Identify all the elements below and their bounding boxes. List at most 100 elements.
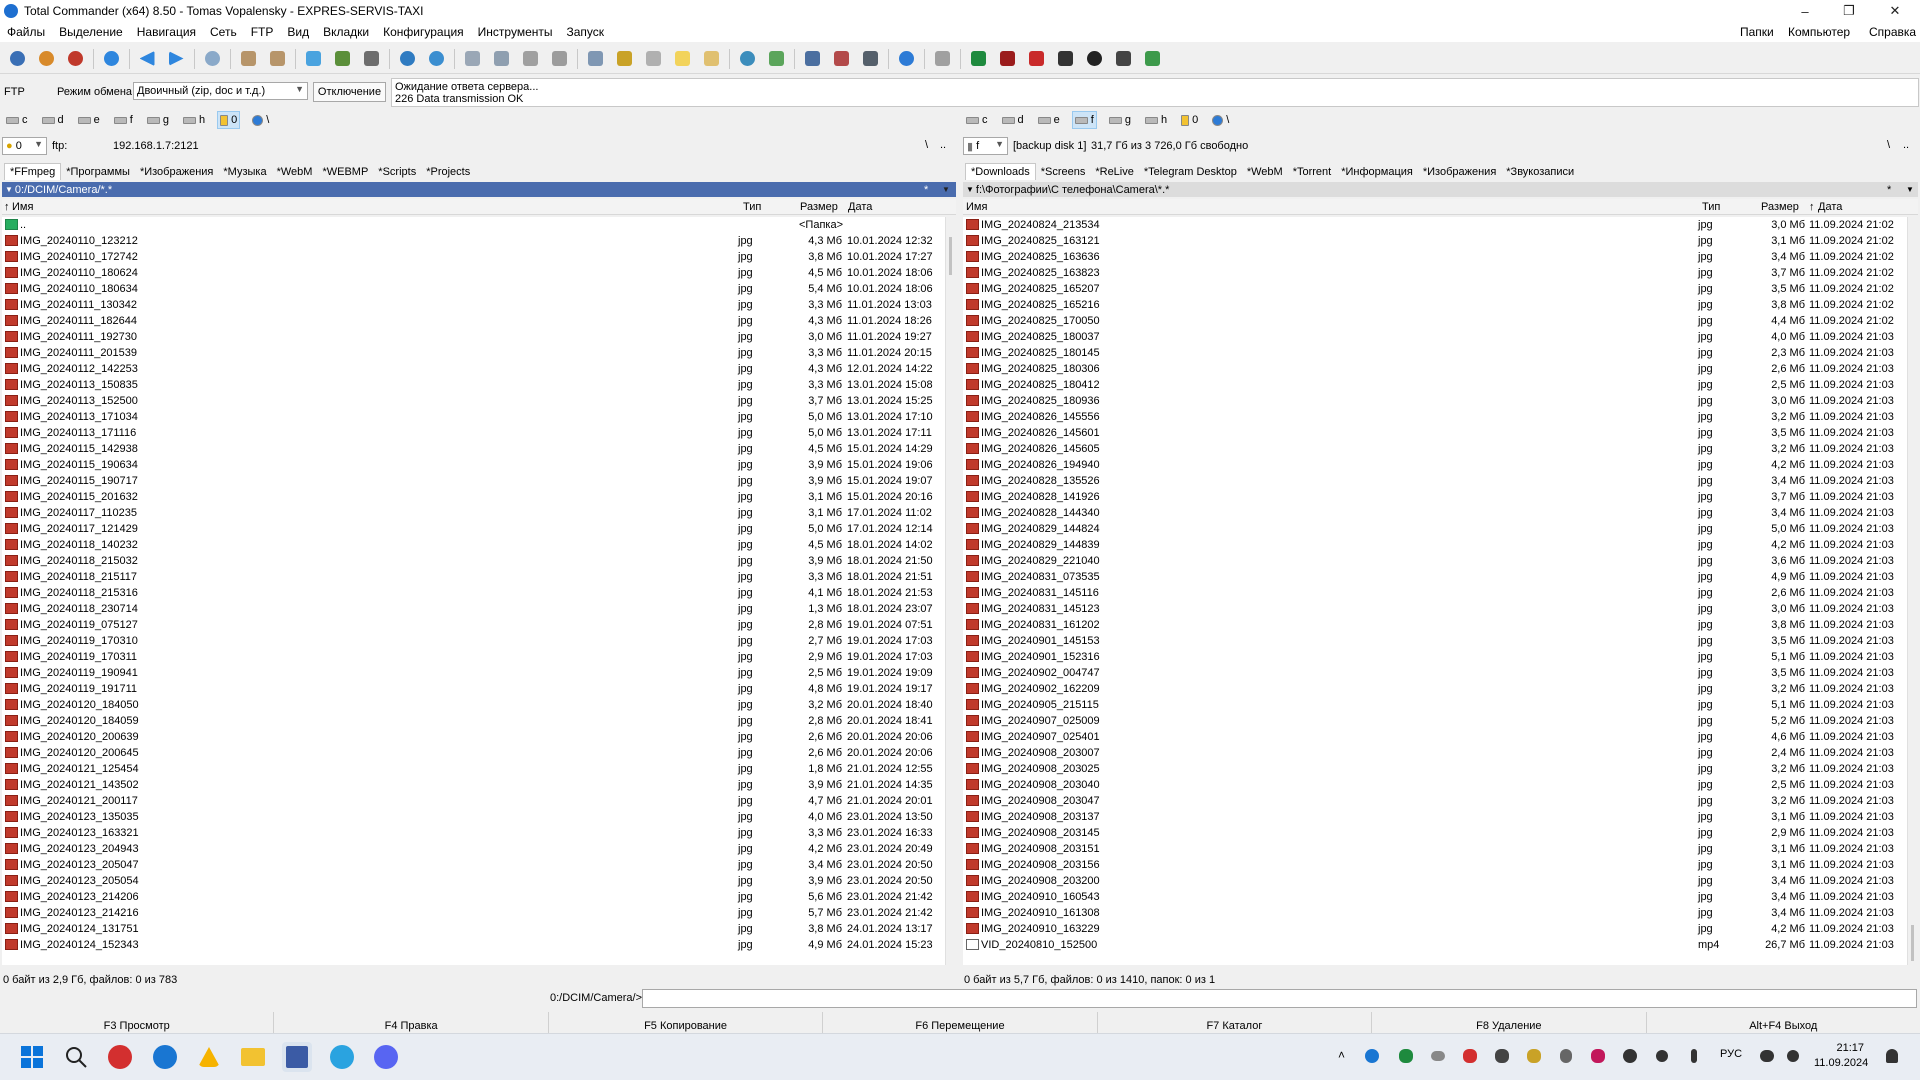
excel-icon[interactable] [967, 48, 989, 70]
file-row[interactable]: IMG_20240825_180412 jpg 2,5 Мб 11.09.2024 2… [963, 377, 1907, 393]
file-row[interactable]: IMG_20240908_203040 jpg 2,5 Мб 11.09.2024 2… [963, 777, 1907, 793]
file-row[interactable]: IMG_20240908_203145 jpg 2,9 Мб 11.09.2024 2… [963, 825, 1907, 841]
file-row[interactable]: IMG_20240120_184059 jpg 2,8 Мб 20.01.2024 1… [2, 713, 945, 729]
menu-selection[interactable]: Выделение [52, 25, 130, 39]
file-row[interactable]: IMG_20240828_135526 jpg 3,4 Мб 11.09.2024 2… [963, 473, 1907, 489]
tray-app-icon[interactable] [1362, 1046, 1382, 1066]
app64-icon[interactable] [1025, 48, 1047, 70]
chevron-up-icon[interactable]: ˄ [1338, 1048, 1345, 1062]
tray-app5-icon[interactable] [1620, 1046, 1640, 1066]
chevron-down-icon[interactable]: ▼ [1906, 185, 1914, 194]
tab-3[interactable]: *Telegram Desktop [1139, 163, 1242, 180]
drive-d-button[interactable]: d [40, 111, 66, 129]
refresh-icon[interactable] [100, 48, 122, 70]
drive-f-button[interactable]: f [1071, 111, 1097, 129]
file-row[interactable]: IMG_20240111_130342 jpg 3,3 Мб 11.01.2024 1… [2, 297, 945, 313]
minimize-button[interactable]: – [1782, 0, 1828, 22]
chevron-down-icon[interactable]: ▼ [942, 185, 950, 194]
search-icon[interactable] [61, 1042, 91, 1072]
file-row[interactable]: IMG_20240124_152343 jpg 4,9 Мб 24.01.2024 1… [2, 937, 945, 953]
file-row[interactable]: IMG_20240120_184050 jpg 3,2 Мб 20.01.2024 1… [2, 697, 945, 713]
tray-excel-icon[interactable] [1396, 1046, 1416, 1066]
file-row[interactable]: IMG_20240825_180936 jpg 3,0 Мб 11.09.2024 2… [963, 393, 1907, 409]
left-drive-combo[interactable]: ● 0 ▼ [2, 137, 47, 155]
file-row[interactable]: IMG_20240113_171116 jpg 5,0 Мб 13.01.2024 1… [2, 425, 945, 441]
start-icon[interactable] [17, 1042, 47, 1072]
file-row[interactable]: IMG_20240826_194940 jpg 4,2 Мб 11.09.2024 2… [963, 457, 1907, 473]
file-row[interactable]: VID_20240810_152500 mp4 26,7 Мб 11.09.2024 … [963, 937, 1907, 953]
copy-icon[interactable] [519, 48, 541, 70]
restore-button[interactable]: ❐ [1826, 0, 1872, 22]
file-row[interactable]: IMG_20240907_025401 jpg 4,6 Мб 11.09.2024 2… [963, 729, 1907, 745]
file-row[interactable]: IMG_20240120_200645 jpg 2,6 Мб 20.01.2024 2… [2, 745, 945, 761]
file-row[interactable]: IMG_20240828_144340 jpg 3,4 Мб 11.09.2024 2… [963, 505, 1907, 521]
file-row[interactable]: IMG_20240908_203047 jpg 3,2 Мб 11.09.2024 2… [963, 793, 1907, 809]
file-row[interactable]: IMG_20240121_125454 jpg 1,8 Мб 21.01.2024 1… [2, 761, 945, 777]
view-icon[interactable] [461, 48, 483, 70]
unpack-icon[interactable] [266, 48, 288, 70]
network-icon[interactable] [1757, 1046, 1777, 1066]
globe-icon[interactable] [895, 48, 917, 70]
drive-0-button[interactable]: 0 [217, 111, 241, 129]
file-row[interactable]: IMG_20240113_150835 jpg 3,3 Мб 13.01.2024 1… [2, 377, 945, 393]
file-row[interactable]: IMG_20240825_163121 jpg 3,1 Мб 11.09.2024 2… [963, 233, 1907, 249]
menu-computer[interactable]: Компьютер [1788, 22, 1850, 42]
plugins-icon[interactable] [64, 48, 86, 70]
tab-8[interactable]: *Звукозаписи [1501, 163, 1579, 180]
tab-1[interactable]: *Программы [61, 163, 135, 180]
file-row[interactable]: IMG_20240828_141926 jpg 3,7 Мб 11.09.2024 2… [963, 489, 1907, 505]
file-row[interactable]: IMG_20240110_180624 jpg 4,5 Мб 10.01.2024 1… [2, 265, 945, 281]
tray-app2-icon[interactable] [1492, 1046, 1512, 1066]
file-row[interactable]: IMG_20240901_152316 jpg 5,1 Мб 11.09.2024 2… [963, 649, 1907, 665]
right-up-button[interactable]: .. [1903, 139, 1909, 151]
notifications-icon[interactable] [1882, 1046, 1902, 1066]
menu-start[interactable]: Запуск [560, 25, 612, 39]
sort-icon[interactable] [331, 48, 353, 70]
file-row[interactable]: IMG_20240831_145116 jpg 2,6 Мб 11.09.2024 2… [963, 585, 1907, 601]
right-scrollbar[interactable] [1907, 217, 1918, 965]
command-input[interactable] [642, 989, 1917, 1008]
menu-view[interactable]: Вид [280, 25, 316, 39]
settings-icon[interactable] [6, 48, 28, 70]
folder-icon[interactable] [238, 1042, 268, 1072]
file-row[interactable]: IMG_20240910_163229 jpg 4,2 Мб 11.09.2024 2… [963, 921, 1907, 937]
drive-g-button[interactable]: g [1107, 111, 1133, 129]
file-row[interactable]: IMG_20240118_215316 jpg 4,1 Мб 18.01.2024 2… [2, 585, 945, 601]
col-type[interactable]: Тип [743, 201, 761, 213]
file-row[interactable]: IMG_20240831_073535 jpg 4,9 Мб 11.09.2024 2… [963, 569, 1907, 585]
col-type[interactable]: Тип [1702, 201, 1720, 213]
file-row[interactable]: IMG_20240825_180037 jpg 4,0 Мб 11.09.2024 2… [963, 329, 1907, 345]
file-row[interactable]: IMG_20240111_201539 jpg 3,3 Мб 11.01.2024 2… [2, 345, 945, 361]
file-row[interactable]: IMG_20240112_142253 jpg 4,3 Мб 12.01.2024 1… [2, 361, 945, 377]
col-size[interactable]: Размер [1761, 201, 1799, 213]
notes-icon[interactable] [700, 48, 722, 70]
file-row[interactable]: IMG_20240119_190941 jpg 2,5 Мб 19.01.2024 1… [2, 665, 945, 681]
file-row[interactable]: IMG_20240825_180145 jpg 2,3 Мб 11.09.2024 2… [963, 345, 1907, 361]
file-row[interactable]: IMG_20240908_203137 jpg 3,1 Мб 11.09.2024 2… [963, 809, 1907, 825]
file-row[interactable]: IMG_20240907_025009 jpg 5,2 Мб 11.09.2024 2… [963, 713, 1907, 729]
close-button[interactable]: ✕ [1872, 0, 1918, 22]
file-row[interactable]: IMG_20240121_143502 jpg 3,9 Мб 21.01.2024 1… [2, 777, 945, 793]
pen-icon[interactable] [1054, 48, 1076, 70]
select-icon[interactable] [302, 48, 324, 70]
file-row[interactable]: IMG_20240825_163823 jpg 3,7 Мб 11.09.2024 2… [963, 265, 1907, 281]
tab-7[interactable]: *Изображения [1418, 163, 1501, 180]
file-row[interactable]: IMG_20240110_180634 jpg 5,4 Мб 10.01.2024 1… [2, 281, 945, 297]
language-indicator[interactable]: РУС [1720, 1048, 1742, 1060]
menu-ftp[interactable]: FTP [244, 25, 281, 39]
file-row[interactable]: IMG_20240121_200117 jpg 4,7 Мб 21.01.2024 2… [2, 793, 945, 809]
file-row[interactable]: IMG_20240111_192730 jpg 3,0 Мб 11.01.2024 1… [2, 329, 945, 345]
file-row[interactable]: IMG_20240110_172742 jpg 3,8 Мб 10.01.2024 1… [2, 249, 945, 265]
menu-config[interactable]: Конфигурация [376, 25, 471, 39]
file-row[interactable]: IMG_20240908_203156 jpg 3,1 Мб 11.09.2024 2… [963, 857, 1907, 873]
parent-dir-row[interactable]: .. <Папка> [2, 217, 945, 233]
menu-navigation[interactable]: Навигация [130, 25, 203, 39]
file-row[interactable]: IMG_20240115_201632 jpg 3,1 Мб 15.01.2024 2… [2, 489, 945, 505]
file-row[interactable]: IMG_20240829_221040 jpg 3,6 Мб 11.09.2024 2… [963, 553, 1907, 569]
menu-tabs[interactable]: Вкладки [316, 25, 376, 39]
rename-icon[interactable] [584, 48, 606, 70]
tray-cloud-icon[interactable] [1428, 1046, 1448, 1066]
search-icon[interactable] [201, 48, 223, 70]
file-row[interactable]: IMG_20240118_215117 jpg 3,3 Мб 18.01.2024 2… [2, 569, 945, 585]
list-icon[interactable] [642, 48, 664, 70]
